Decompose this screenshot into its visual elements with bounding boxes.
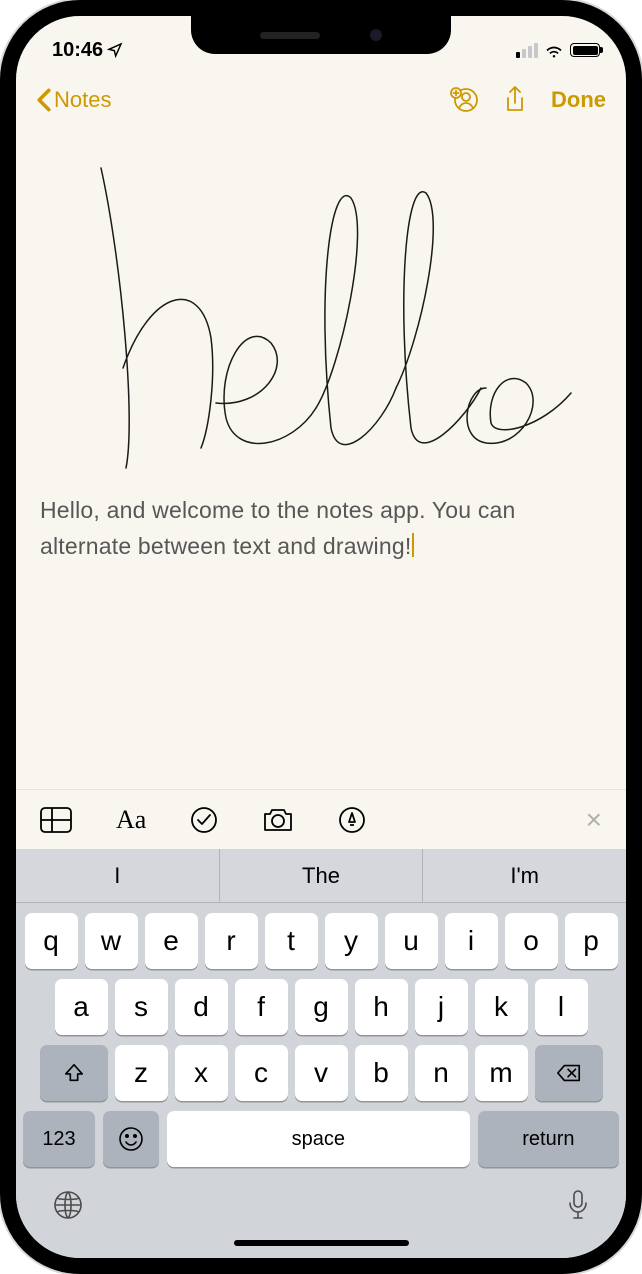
table-icon <box>40 807 72 833</box>
key-u[interactable]: u <box>385 913 438 969</box>
key-space[interactable]: space <box>167 1111 470 1167</box>
chevron-left-icon <box>36 88 52 112</box>
home-indicator[interactable] <box>234 1240 409 1246</box>
key-v[interactable]: v <box>295 1045 348 1101</box>
checklist-button[interactable] <box>190 806 218 834</box>
backspace-icon <box>556 1063 582 1083</box>
key-a[interactable]: a <box>55 979 108 1035</box>
text-format-icon: Aa <box>116 805 146 835</box>
key-b[interactable]: b <box>355 1045 408 1101</box>
key-row-3: z x c v b n m <box>16 1035 626 1101</box>
note-body-text: Hello, and welcome to the notes app. You… <box>40 497 516 559</box>
battery-icon <box>570 43 600 57</box>
key-return[interactable]: return <box>478 1111 619 1167</box>
key-g[interactable]: g <box>295 979 348 1035</box>
markup-button[interactable] <box>338 806 366 834</box>
camera-icon <box>262 807 294 833</box>
key-z[interactable]: z <box>115 1045 168 1101</box>
handwriting-hello <box>40 138 602 488</box>
key-k[interactable]: k <box>475 979 528 1035</box>
key-p[interactable]: p <box>565 913 618 969</box>
keyboard-bottom-row <box>16 1167 626 1230</box>
note-body[interactable]: Hello, and welcome to the notes app. You… <box>40 493 602 564</box>
key-s[interactable]: s <box>115 979 168 1035</box>
nav-bar: Notes <box>16 72 626 128</box>
key-shift[interactable] <box>40 1045 108 1101</box>
suggestion-bar: I The I'm <box>16 849 626 903</box>
iphone-device-frame: 10:46 Notes <box>0 0 642 1274</box>
key-numbers[interactable]: 123 <box>23 1111 95 1167</box>
suggestion-3[interactable]: I'm <box>422 849 626 902</box>
key-backspace[interactable] <box>535 1045 603 1101</box>
checklist-icon <box>190 806 218 834</box>
screen: 10:46 Notes <box>16 16 626 1258</box>
globe-icon <box>52 1189 84 1221</box>
back-label: Notes <box>54 87 111 113</box>
emoji-icon <box>118 1126 144 1152</box>
key-n[interactable]: n <box>415 1045 468 1101</box>
status-time: 10:46 <box>52 39 103 62</box>
add-person-icon <box>449 86 479 114</box>
add-person-button[interactable] <box>449 86 479 114</box>
mic-icon <box>566 1189 590 1221</box>
key-y[interactable]: y <box>325 913 378 969</box>
key-r[interactable]: r <box>205 913 258 969</box>
key-d[interactable]: d <box>175 979 228 1035</box>
key-f[interactable]: f <box>235 979 288 1035</box>
text-format-button[interactable]: Aa <box>116 805 146 835</box>
key-l[interactable]: l <box>535 979 588 1035</box>
cell-signal-icon <box>516 43 538 58</box>
markup-icon <box>338 806 366 834</box>
globe-button[interactable] <box>52 1189 84 1226</box>
key-row-2: a s d f g h j k l <box>16 969 626 1035</box>
key-e[interactable]: e <box>145 913 198 969</box>
camera-button[interactable] <box>262 807 294 833</box>
key-m[interactable]: m <box>475 1045 528 1101</box>
done-button[interactable]: Done <box>551 87 606 113</box>
location-icon <box>107 42 123 58</box>
key-row-1: q w e r t y u i o p <box>16 903 626 969</box>
key-j[interactable]: j <box>415 979 468 1035</box>
key-i[interactable]: i <box>445 913 498 969</box>
key-emoji[interactable] <box>103 1111 159 1167</box>
format-toolbar: Aa × <box>16 789 626 849</box>
share-button[interactable] <box>503 85 527 115</box>
text-cursor <box>412 533 414 557</box>
table-button[interactable] <box>40 807 72 833</box>
key-q[interactable]: q <box>25 913 78 969</box>
keyboard: I The I'm q w e r t y u i o p a s d f <box>16 849 626 1258</box>
key-row-4: 123 space return <box>16 1101 626 1167</box>
wifi-icon <box>544 42 564 58</box>
device-notch <box>191 16 451 54</box>
key-h[interactable]: h <box>355 979 408 1035</box>
back-button[interactable]: Notes <box>36 87 111 113</box>
key-t[interactable]: t <box>265 913 318 969</box>
note-content[interactable]: Hello, and welcome to the notes app. You… <box>16 128 626 789</box>
key-c[interactable]: c <box>235 1045 288 1101</box>
suggestion-2[interactable]: The <box>219 849 423 902</box>
key-x[interactable]: x <box>175 1045 228 1101</box>
key-w[interactable]: w <box>85 913 138 969</box>
key-o[interactable]: o <box>505 913 558 969</box>
suggestion-1[interactable]: I <box>16 849 219 902</box>
dictation-button[interactable] <box>566 1189 590 1226</box>
share-icon <box>503 85 527 115</box>
close-toolbar-button[interactable]: × <box>586 804 602 836</box>
shift-icon <box>63 1062 85 1084</box>
